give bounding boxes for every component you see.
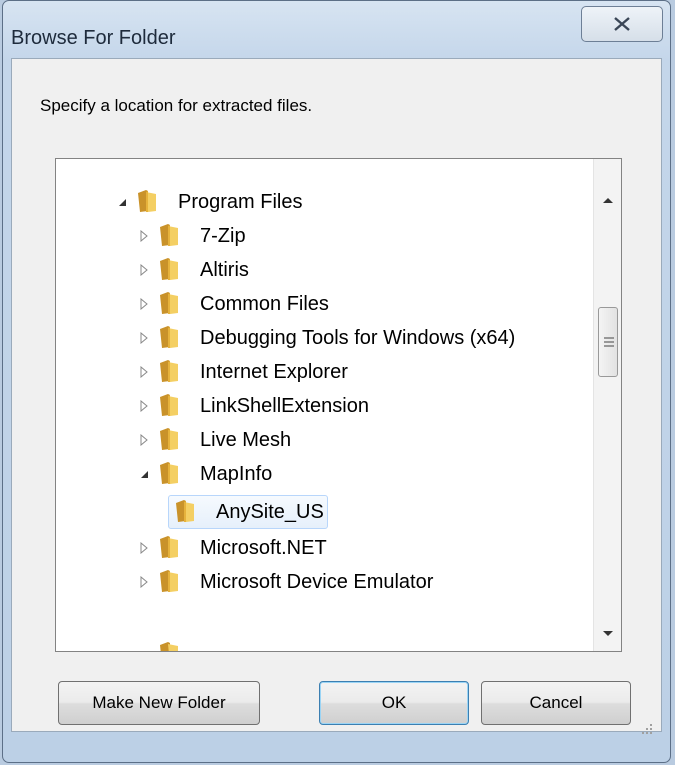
cancel-button[interactable]: Cancel xyxy=(481,681,631,725)
close-icon xyxy=(614,17,630,31)
scroll-down-arrow-icon[interactable] xyxy=(601,629,615,639)
expand-arrow-icon[interactable] xyxy=(138,332,150,344)
scroll-up-arrow-icon[interactable] xyxy=(601,195,615,205)
folder-icon xyxy=(136,189,158,219)
instruction-text: Specify a location for extracted files. xyxy=(40,96,313,115)
folder-icon xyxy=(158,223,180,253)
tree-item-label: MapInfo xyxy=(200,462,273,485)
tree-item-label: Microsoft Device Emulator xyxy=(200,570,434,593)
tree-item-label: Internet Explorer xyxy=(200,360,348,383)
folder-icon xyxy=(158,641,180,651)
expand-arrow-icon[interactable] xyxy=(138,542,150,554)
folder-tree[interactable]: Program Files 7-Zip Altiris Common Files xyxy=(55,158,622,652)
tree-item-label: Altiris xyxy=(200,258,249,281)
folder-icon xyxy=(158,427,180,457)
expand-arrow-icon[interactable] xyxy=(138,298,150,310)
expand-arrow-icon[interactable] xyxy=(138,576,150,588)
window-title: Browse For Folder xyxy=(11,27,176,49)
tree-item-label: AnySite_US xyxy=(216,500,324,523)
folder-icon xyxy=(158,325,180,355)
expand-arrow-icon[interactable] xyxy=(138,400,150,412)
ok-button[interactable]: OK xyxy=(319,681,469,725)
thumb-grip-icon xyxy=(604,337,614,347)
resize-grip-icon[interactable] xyxy=(640,722,654,736)
expand-arrow-icon[interactable] xyxy=(138,434,150,446)
folder-icon xyxy=(158,359,180,389)
folder-icon xyxy=(158,393,180,423)
folder-icon xyxy=(174,499,196,529)
folder-icon xyxy=(158,291,180,321)
make-new-folder-button[interactable]: Make New Folder xyxy=(58,681,260,725)
expand-arrow-icon[interactable] xyxy=(138,264,150,276)
folder-icon xyxy=(158,461,180,491)
close-button[interactable] xyxy=(581,6,663,42)
folder-icon xyxy=(158,535,180,565)
collapse-arrow-icon[interactable] xyxy=(138,468,150,480)
expand-arrow-icon[interactable] xyxy=(138,366,150,378)
tree-item-label: Live Mesh xyxy=(200,428,292,451)
tree-item-label: Microsoft.NET xyxy=(200,536,327,559)
tree-item-label: Common Files xyxy=(200,292,329,315)
scrollbar-thumb[interactable] xyxy=(598,307,618,377)
tree-item-label: Debugging Tools for Windows (x64) xyxy=(200,326,516,349)
folder-icon xyxy=(158,569,180,599)
tree-item-label: 7-Zip xyxy=(200,224,246,247)
tree-item-label: Program Files xyxy=(178,190,303,213)
tree-item-label: LinkShellExtension xyxy=(200,394,369,417)
vertical-scrollbar[interactable] xyxy=(593,159,621,651)
collapse-arrow-icon[interactable] xyxy=(116,196,128,208)
folder-icon xyxy=(158,257,180,287)
expand-arrow-icon[interactable] xyxy=(138,230,150,242)
